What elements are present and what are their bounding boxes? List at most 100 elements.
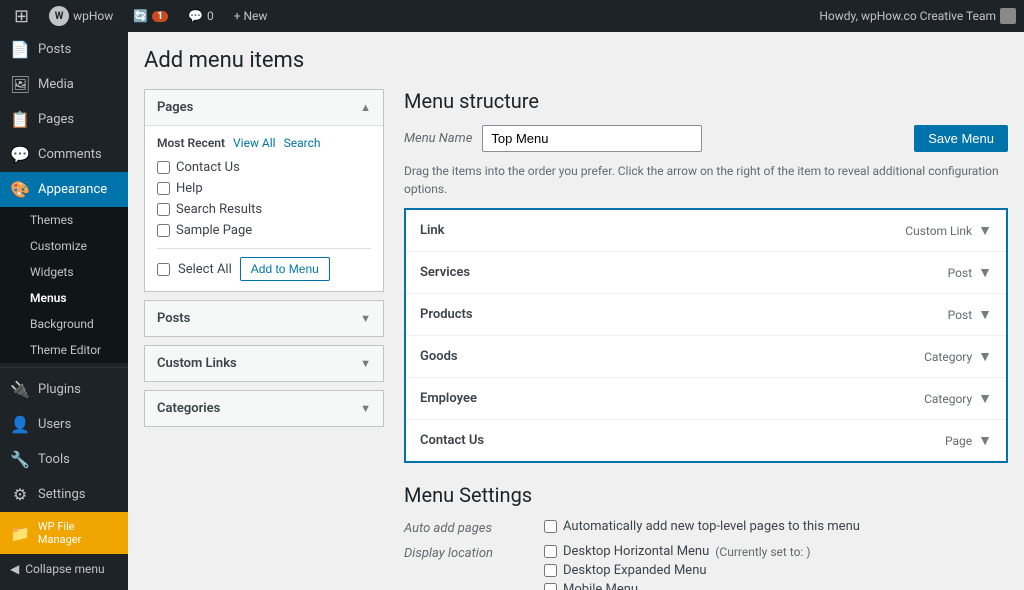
media-icon: 🖼 [10, 75, 30, 94]
page-item-sample-page: Sample Page [157, 223, 371, 238]
menu-item-products-name: Products [420, 307, 473, 322]
site-logo: W [49, 6, 69, 26]
admin-bar: ⊞ W wpHow 🔄 1 💬 0 + New Howdy, wpHow.co … [0, 0, 1024, 32]
sidebar-item-settings[interactable]: ⚙ Settings [0, 477, 128, 512]
menu-item-contact-us-name: Contact Us [420, 433, 484, 448]
tab-search[interactable]: Search [284, 136, 321, 150]
sidebar-item-background[interactable]: Background [0, 311, 128, 337]
sidebar-item-users[interactable]: 👤 Users [0, 407, 128, 442]
display-location-row: Display location Desktop Horizontal Menu… [404, 544, 1008, 590]
comments-icon: 💬 [188, 9, 203, 23]
select-all-label: Select All [178, 262, 232, 277]
menu-item-link-right: Custom Link ▼ [905, 222, 992, 239]
wp-logo-button[interactable]: ⊞ [8, 0, 35, 32]
sidebar-item-customize[interactable]: Customize [0, 233, 128, 259]
menu-item-employee[interactable]: Employee Category ▼ [406, 378, 1006, 420]
sidebar-item-media-label: Media [38, 77, 74, 92]
save-menu-button[interactable]: Save Menu [914, 125, 1008, 152]
auto-add-pages-value: Automatically add new top-level pages to… [544, 519, 860, 534]
posts-chevron-icon: ▼ [360, 312, 371, 325]
display-loc-desktop-expanded-checkbox[interactable] [544, 564, 557, 577]
sidebar-item-pages-label: Pages [38, 112, 74, 127]
menu-item-goods-chevron-icon[interactable]: ▼ [978, 348, 992, 365]
sidebar-item-theme-editor[interactable]: Theme Editor [0, 337, 128, 363]
drag-hint: Drag the items into the order you prefer… [404, 162, 1008, 198]
menu-item-link-chevron-icon[interactable]: ▼ [978, 222, 992, 239]
sidebar-item-plugins[interactable]: 🔌 Plugins [0, 372, 128, 407]
menu-name-input[interactable] [482, 125, 702, 152]
sidebar-item-wp-file-manager[interactable]: 📁 WP File Manager [0, 512, 128, 554]
admin-bar-right: Howdy, wpHow.co Creative Team [819, 8, 1016, 24]
sidebar-menu: 📄 Posts 🖼 Media 📋 Pages 💬 Comments 🎨 App… [0, 32, 128, 554]
sidebar-item-themes[interactable]: Themes [0, 207, 128, 233]
menu-item-goods[interactable]: Goods Category ▼ [406, 336, 1006, 378]
custom-links-label: Custom Links [157, 356, 237, 371]
site-name-button[interactable]: W wpHow [43, 0, 119, 32]
settings-icon: ⚙ [10, 485, 30, 504]
tools-icon: 🔧 [10, 450, 30, 469]
pages-section-label: Pages [157, 100, 193, 115]
custom-links-chevron-icon: ▼ [360, 357, 371, 370]
menu-item-goods-right: Category ▼ [924, 348, 992, 365]
menu-item-products-type: Post [948, 308, 972, 322]
pages-tab-row: Most Recent View All Search [157, 136, 371, 150]
sidebar-item-appearance-label: Appearance [38, 182, 107, 197]
page-checkbox-sample-page[interactable] [157, 224, 170, 237]
display-loc-mobile: Mobile Menu [544, 582, 811, 590]
sidebar-item-media[interactable]: 🖼 Media [0, 67, 128, 102]
custom-links-accordion-header[interactable]: Custom Links ▼ [145, 346, 383, 381]
menu-item-services-chevron-icon[interactable]: ▼ [978, 264, 992, 281]
sidebar: 📄 Posts 🖼 Media 📋 Pages 💬 Comments 🎨 App… [0, 32, 128, 590]
auto-add-pages-checkbox[interactable] [544, 520, 557, 533]
sidebar-item-appearance[interactable]: 🎨 Appearance [0, 172, 128, 207]
add-to-menu-button[interactable]: Add to Menu [240, 257, 330, 281]
comments-button[interactable]: 💬 0 [182, 0, 220, 32]
display-location-value: Desktop Horizontal Menu (Currently set t… [544, 544, 811, 590]
collapse-menu-button[interactable]: ◀ Collapse menu [0, 554, 128, 584]
menu-item-link[interactable]: Link Custom Link ▼ [406, 210, 1006, 252]
menu-item-contact-us-chevron-icon[interactable]: ▼ [978, 432, 992, 449]
posts-section-label: Posts [157, 311, 190, 326]
select-all-checkbox[interactable] [157, 263, 170, 276]
menu-item-employee-type: Category [924, 392, 972, 406]
menu-item-products[interactable]: Products Post ▼ [406, 294, 1006, 336]
page-checkbox-contact-us[interactable] [157, 161, 170, 174]
menu-settings: Menu Settings Auto add pages Automatical… [404, 483, 1008, 590]
sidebar-item-tools[interactable]: 🔧 Tools [0, 442, 128, 477]
new-content-button[interactable]: + New [228, 0, 274, 32]
sidebar-item-widgets[interactable]: Widgets [0, 259, 128, 285]
display-loc-desktop-horizontal-checkbox[interactable] [544, 545, 557, 558]
posts-accordion-header[interactable]: Posts ▼ [145, 301, 383, 336]
auto-add-pages-text: Automatically add new top-level pages to… [563, 519, 860, 534]
categories-accordion-header[interactable]: Categories ▼ [145, 391, 383, 426]
updates-button[interactable]: 🔄 1 [127, 0, 174, 32]
sidebar-item-posts[interactable]: 📄 Posts [0, 32, 128, 67]
comments-count: 0 [207, 9, 214, 23]
menu-item-employee-chevron-icon[interactable]: ▼ [978, 390, 992, 407]
display-loc-mobile-checkbox[interactable] [544, 583, 557, 590]
display-loc-mobile-label: Mobile Menu [563, 582, 638, 590]
menu-structure-title: Menu structure [404, 89, 1008, 113]
page-item-contact-us: Contact Us [157, 160, 371, 175]
updates-count: 1 [152, 11, 168, 22]
menu-item-services[interactable]: Services Post ▼ [406, 252, 1006, 294]
menu-item-services-type: Post [948, 266, 972, 280]
auto-add-pages-check-row: Automatically add new top-level pages to… [544, 519, 860, 534]
posts-icon: 📄 [10, 40, 30, 59]
users-icon: 👤 [10, 415, 30, 434]
tab-view-all[interactable]: View All [233, 136, 276, 150]
menu-item-products-chevron-icon[interactable]: ▼ [978, 306, 992, 323]
avatar[interactable] [1000, 8, 1016, 24]
menu-item-contact-us[interactable]: Contact Us Page ▼ [406, 420, 1006, 461]
site-name-label: wpHow [73, 9, 113, 23]
page-checkbox-help[interactable] [157, 182, 170, 195]
add-menu-panel: Pages ▲ Most Recent View All Search Cont… [144, 89, 384, 590]
pages-accordion-header[interactable]: Pages ▲ [145, 90, 383, 125]
page-checkbox-search-results[interactable] [157, 203, 170, 216]
menu-item-goods-name: Goods [420, 349, 458, 364]
sidebar-item-pages[interactable]: 📋 Pages [0, 102, 128, 137]
menu-item-services-right: Post ▼ [948, 264, 992, 281]
tab-most-recent[interactable]: Most Recent [157, 136, 225, 150]
sidebar-item-menus[interactable]: Menus [0, 285, 128, 311]
sidebar-item-comments[interactable]: 💬 Comments [0, 137, 128, 172]
